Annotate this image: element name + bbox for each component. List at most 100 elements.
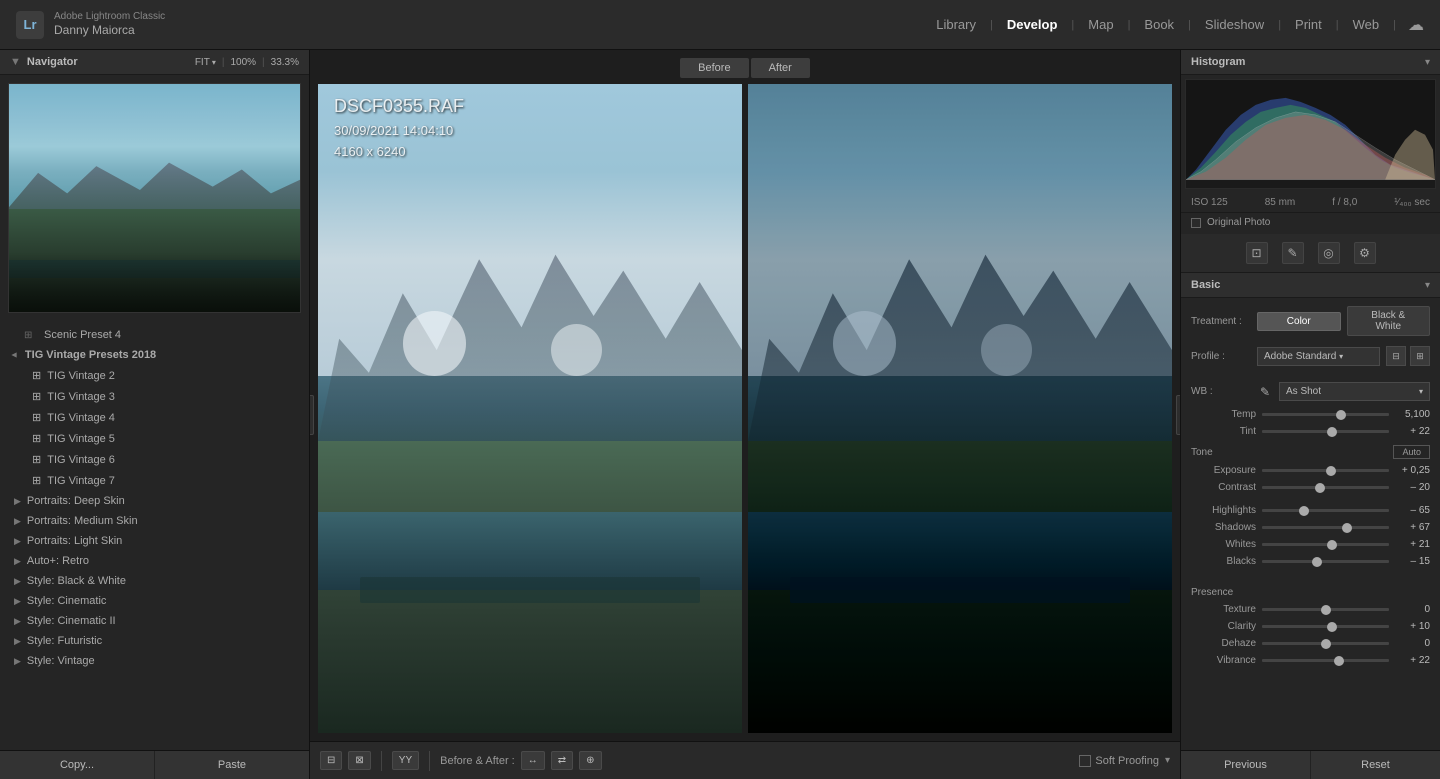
collapse-right-panel[interactable]: › — [1176, 395, 1180, 435]
histogram-arrow[interactable]: ▾ — [1425, 57, 1430, 68]
category-auto-retro[interactable]: ▶ Auto+: Retro — [0, 551, 309, 571]
whites-slider[interactable] — [1262, 543, 1389, 546]
histogram-meta: ISO 125 85 mm f / 8,0 ¹⁄₄₀₀ sec — [1181, 193, 1440, 213]
tint-slider[interactable] — [1262, 430, 1389, 433]
category-portraits-light[interactable]: ▶ Portraits: Light Skin — [0, 531, 309, 551]
preset-scenic-4[interactable]: ⊞ Scenic Preset 4 — [0, 325, 309, 345]
paste-button[interactable]: Paste — [154, 751, 309, 779]
dehaze-slider[interactable] — [1262, 642, 1389, 645]
category-style-futuristic[interactable]: ▶ Style: Futuristic — [0, 631, 309, 651]
nav-library[interactable]: Library — [926, 13, 986, 36]
blacks-slider[interactable] — [1262, 560, 1389, 563]
exposure-thumb[interactable] — [1326, 466, 1336, 476]
zoom-100[interactable]: 100% — [230, 57, 256, 68]
image-date: 30/09/2021 14:04:10 — [334, 121, 464, 142]
soft-proof-checkbox[interactable] — [1079, 755, 1091, 767]
spot-removal-tool[interactable]: ✎ — [1282, 242, 1304, 264]
nav-develop[interactable]: Develop — [997, 13, 1068, 36]
left-panel: ▼ Navigator FIT ▾ | 100% | 33.3% — [0, 50, 310, 779]
after-image-pane — [748, 84, 1172, 733]
contrast-thumb[interactable] — [1315, 483, 1325, 493]
original-photo-checkbox[interactable] — [1191, 218, 1201, 228]
shadows-thumb[interactable] — [1342, 523, 1352, 533]
bw-treatment-button[interactable]: Black & White — [1347, 306, 1431, 336]
before-button[interactable]: Before — [680, 58, 748, 78]
exposure-slider[interactable] — [1262, 469, 1389, 472]
blacks-thumb[interactable] — [1312, 557, 1322, 567]
view-mode-split-btn[interactable]: ⊠ — [348, 751, 370, 770]
swap-arrow-2[interactable]: ⇄ — [551, 751, 573, 770]
after-button[interactable]: After — [751, 58, 810, 78]
clarity-thumb[interactable] — [1327, 622, 1337, 632]
cloud-icon[interactable]: ☁ — [1408, 15, 1424, 35]
fit-button[interactable]: FIT ▾ — [195, 57, 216, 68]
crop-tool[interactable]: ⊡ — [1246, 242, 1268, 264]
toolbar-dropdown-arrow[interactable]: ▾ — [1165, 755, 1170, 766]
view-mode-grid-btn[interactable]: ⊟ — [320, 751, 342, 770]
preset-tig-7[interactable]: ⊞ TIG Vintage 7 — [12, 470, 309, 491]
preset-tig-4[interactable]: ⊞ TIG Vintage 4 — [12, 407, 309, 428]
nav-slideshow[interactable]: Slideshow — [1195, 13, 1274, 36]
swap-arrow-1[interactable]: ↔ — [521, 751, 545, 770]
temp-label: Temp — [1191, 409, 1256, 420]
shadows-value: + 67 — [1395, 522, 1430, 533]
copy-button[interactable]: Copy... — [0, 751, 154, 779]
color-treatment-button[interactable]: Color — [1257, 312, 1341, 331]
vibrance-slider[interactable] — [1262, 659, 1389, 662]
wb-eyedropper-tool[interactable]: ✎ — [1257, 384, 1273, 400]
highlights-thumb[interactable] — [1299, 506, 1309, 516]
contrast-slider[interactable] — [1262, 486, 1389, 489]
zoom-33[interactable]: 33.3% — [271, 57, 299, 68]
group-arrow: ▼ — [9, 351, 19, 360]
category-style-cinematic[interactable]: ▶ Style: Cinematic — [0, 591, 309, 611]
nav-map[interactable]: Map — [1078, 13, 1123, 36]
preset-tig-6[interactable]: ⊞ TIG Vintage 6 — [12, 449, 309, 470]
nav-book[interactable]: Book — [1134, 13, 1184, 36]
category-style-bw[interactable]: ▶ Style: Black & White — [0, 571, 309, 591]
highlights-slider[interactable] — [1262, 509, 1389, 512]
nav-web[interactable]: Web — [1343, 13, 1390, 36]
category-portraits-medium[interactable]: ▶ Portraits: Medium Skin — [0, 511, 309, 531]
category-portraits-deep[interactable]: ▶ Portraits: Deep Skin — [0, 491, 309, 511]
navigator-header: ▼ Navigator FIT ▾ | 100% | 33.3% — [0, 50, 309, 75]
preset-tig-3[interactable]: ⊞ TIG Vintage 3 — [12, 386, 309, 407]
masking-tool[interactable]: ⚙ — [1354, 242, 1376, 264]
category-style-cinematic2[interactable]: ▶ Style: Cinematic II — [0, 611, 309, 631]
auto-button[interactable]: Auto — [1393, 445, 1430, 459]
previous-button[interactable]: Previous — [1181, 751, 1310, 779]
temp-thumb[interactable] — [1336, 410, 1346, 420]
swap-btn[interactable]: YY — [392, 751, 419, 770]
presets-list: ⊞ Scenic Preset 4 ▼ TIG Vintage Presets … — [0, 321, 309, 750]
reset-button[interactable]: Reset — [1310, 751, 1440, 779]
image-dimensions: 4160 x 6240 — [334, 142, 464, 163]
nav-print[interactable]: Print — [1285, 13, 1332, 36]
vibrance-thumb[interactable] — [1334, 656, 1344, 666]
dehaze-thumb[interactable] — [1321, 639, 1331, 649]
red-eye-tool[interactable]: ◎ — [1318, 242, 1340, 264]
profile-grid-btn-1[interactable]: ⊟ — [1386, 346, 1406, 366]
preset-tig-2[interactable]: ⊞ TIG Vintage 2 — [12, 365, 309, 386]
temp-slider[interactable] — [1262, 413, 1389, 416]
treatment-label: Treatment : — [1191, 316, 1251, 327]
profile-select[interactable]: Adobe Standard ▾ — [1257, 347, 1380, 366]
collapse-left-panel[interactable]: ‹ — [310, 395, 314, 435]
swap-arrow-3[interactable]: ⊕ — [579, 751, 601, 770]
clarity-slider[interactable] — [1262, 625, 1389, 628]
whites-thumb[interactable] — [1327, 540, 1337, 550]
shadows-slider[interactable] — [1262, 526, 1389, 529]
contrast-value: – 20 — [1395, 482, 1430, 493]
texture-slider[interactable] — [1262, 608, 1389, 611]
preset-group-tig[interactable]: ▼ TIG Vintage Presets 2018 — [0, 345, 309, 365]
category-style-vintage[interactable]: ▶ Style: Vintage — [0, 651, 309, 671]
whites-label: Whites — [1191, 539, 1256, 550]
wb-select[interactable]: As Shot ▾ — [1279, 382, 1430, 401]
preset-tig-5[interactable]: ⊞ TIG Vintage 5 — [12, 428, 309, 449]
texture-thumb[interactable] — [1321, 605, 1331, 615]
basic-section-header[interactable]: Basic ▾ — [1181, 273, 1440, 298]
highlights-slider-row: Highlights – 65 — [1191, 505, 1430, 516]
toolbar-separator-1 — [381, 751, 382, 771]
dehaze-label: Dehaze — [1191, 638, 1256, 649]
wb-label: WB : — [1191, 386, 1251, 397]
profile-grid-btn-2[interactable]: ⊞ — [1410, 346, 1430, 366]
tint-thumb[interactable] — [1327, 427, 1337, 437]
